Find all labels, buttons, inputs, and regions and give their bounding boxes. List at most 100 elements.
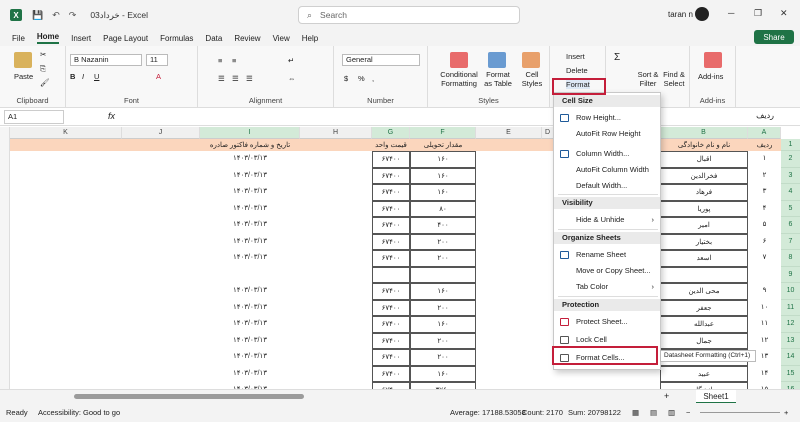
cell-styles-icon[interactable]	[522, 52, 540, 68]
format-table-icon[interactable]	[488, 52, 506, 68]
tab-help[interactable]: Help	[302, 34, 318, 43]
cell-price[interactable]	[372, 266, 410, 283]
italic-icon[interactable]: I	[82, 72, 84, 81]
row-header[interactable]: 6	[781, 217, 800, 234]
row-header[interactable]: 14	[781, 349, 800, 366]
cell-price[interactable]: ۶۷۴۰۰	[372, 382, 410, 389]
cell-qty[interactable]: ۱۶۰	[410, 151, 476, 168]
cell-name[interactable]: فخرالدین	[660, 167, 748, 184]
cell-price[interactable]: ۶۷۴۰۰	[372, 200, 410, 217]
cell-date[interactable]: ۱۴۰۳/۰۳/۱۳	[200, 217, 300, 234]
column-header-A[interactable]: A	[748, 127, 781, 139]
font-color-icon[interactable]: A	[156, 72, 161, 81]
cell-qty[interactable]: ۲۰۰	[410, 349, 476, 366]
cell-qty[interactable]: ۱۶۰	[410, 283, 476, 300]
cell-qty[interactable]: ۱۶۰	[410, 316, 476, 333]
cell-date[interactable]: ۱۴۰۳/۰۳/۱۳	[200, 382, 300, 389]
cell-date[interactable]: ۱۴۰۳/۰۳/۱۳	[200, 300, 300, 317]
cell-price[interactable]: ۶۷۴۰۰	[372, 332, 410, 349]
font-name-field[interactable]: B Nazanin	[70, 54, 142, 66]
cell-name[interactable]: بختیار	[660, 233, 748, 250]
cell-price[interactable]: ۶۷۴۰۰	[372, 217, 410, 234]
column-header-B[interactable]: B	[660, 127, 748, 139]
merge-icon[interactable]: ⇔	[288, 74, 296, 83]
move-copy-item[interactable]: Move or Copy Sheet...	[554, 264, 660, 278]
cell-qty[interactable]	[410, 266, 476, 283]
cell-date[interactable]: ۱۴۰۳/۰۳/۱۳	[200, 333, 300, 350]
cell-name[interactable]: امیر	[660, 217, 748, 234]
cell-qty[interactable]: ۲۰۰	[410, 250, 476, 267]
cell-index[interactable]: ۱۰	[748, 300, 781, 317]
tab-formulas[interactable]: Formulas	[160, 34, 193, 43]
tab-data[interactable]: Data	[205, 34, 222, 43]
addins-button[interactable]: Add-ins	[698, 72, 723, 81]
accessibility-status[interactable]: Accessibility: Good to go	[38, 408, 120, 417]
rename-sheet-item[interactable]: Rename Sheet	[554, 248, 660, 262]
number-format-field[interactable]: General	[342, 54, 420, 66]
format-painter-icon[interactable]: 🖌	[40, 78, 50, 87]
cell-index[interactable]: ۱۲	[748, 333, 781, 350]
tab-review[interactable]: Review	[234, 34, 260, 43]
cell-date[interactable]	[200, 267, 300, 284]
cell-qty[interactable]: ۸۰	[410, 200, 476, 217]
paste-icon[interactable]	[14, 52, 32, 68]
row-header[interactable]: 11	[781, 299, 800, 316]
cut-icon[interactable]: ✂	[40, 50, 46, 59]
avatar[interactable]	[695, 7, 709, 21]
cell-date[interactable]: ۱۴۰۳/۰۳/۱۳	[200, 201, 300, 218]
cell-name[interactable]: عبید	[660, 365, 748, 382]
cell-index[interactable]: ۳	[748, 184, 781, 201]
autofit-row-item[interactable]: AutoFit Row Height	[554, 127, 660, 141]
normal-view-icon[interactable]: ▦	[632, 408, 639, 417]
cell-price[interactable]: ۶۷۴۰۰	[372, 151, 410, 168]
cell-qty[interactable]: ۲۰۰	[410, 233, 476, 250]
row-header[interactable]: 12	[781, 316, 800, 333]
tab-color-item[interactable]: Tab Color ›	[554, 280, 660, 294]
header-name[interactable]: نام و نام خانوادگی	[660, 141, 748, 149]
cell-index[interactable]: ۱	[748, 151, 781, 168]
cell-index[interactable]: ۱۵	[748, 382, 781, 389]
row-header[interactable]: 9	[781, 266, 800, 283]
cell-date[interactable]: ۱۴۰۳/۰۳/۱۳	[200, 366, 300, 383]
cell-date[interactable]: ۱۴۰۳/۰۳/۱۳	[200, 168, 300, 185]
cell-price[interactable]: ۶۷۴۰۰	[372, 184, 410, 201]
align-center-icon[interactable]: ☰	[232, 74, 239, 83]
header-index[interactable]: ردیف	[748, 141, 781, 149]
save-icon[interactable]: 💾	[32, 10, 43, 21]
restore-icon[interactable]: ❐	[754, 8, 762, 19]
cell-date[interactable]: ۱۴۰۳/۰۳/۱۳	[200, 316, 300, 333]
column-header-J[interactable]: J	[122, 127, 200, 139]
cell-price[interactable]: ۶۷۴۰۰	[372, 250, 410, 267]
cell-name[interactable]: عبدالله	[660, 316, 748, 333]
row-header-1[interactable]: 1	[781, 139, 800, 151]
row-header[interactable]: 5	[781, 200, 800, 217]
cell-name[interactable]: فرهاد	[660, 184, 748, 201]
search-box[interactable]: ⌕ Search	[298, 6, 520, 24]
cell-qty[interactable]: ۱۶۰	[410, 365, 476, 382]
cell-index[interactable]	[748, 267, 781, 284]
paste-label[interactable]: Paste	[14, 72, 33, 81]
row-header[interactable]: 4	[781, 184, 800, 201]
addins-icon[interactable]	[704, 52, 722, 68]
column-header-K[interactable]: K	[10, 127, 122, 139]
zoom-in-icon[interactable]: +	[784, 408, 788, 417]
conditional-formatting-icon[interactable]	[450, 52, 468, 68]
cell-index[interactable]: ۱۴	[748, 366, 781, 383]
cell-price[interactable]: ۶۷۴۰۰	[372, 283, 410, 300]
cell-qty[interactable]: ۲۰۰	[410, 299, 476, 316]
cell-date[interactable]: ۱۴۰۳/۰۳/۱۳	[200, 151, 300, 168]
row-header[interactable]: 7	[781, 233, 800, 250]
cell-price[interactable]: ۶۷۴۰۰	[372, 365, 410, 382]
tab-insert[interactable]: Insert	[71, 34, 91, 43]
cell-name[interactable]: جمال	[660, 332, 748, 349]
currency-icon[interactable]: $	[344, 74, 348, 83]
cell-index[interactable]: ۷	[748, 250, 781, 267]
cell-index[interactable]: ۵	[748, 217, 781, 234]
autosum-icon[interactable]: Σ	[614, 52, 620, 63]
bold-icon[interactable]: B	[70, 72, 75, 81]
column-header-F[interactable]: F	[410, 127, 476, 139]
lock-cell-item[interactable]: Lock Cell	[554, 333, 660, 347]
cell-date[interactable]: ۱۴۰۳/۰۳/۱۳	[200, 250, 300, 267]
row-header[interactable]: 10	[781, 283, 800, 300]
row-height-item[interactable]: Row Height...	[554, 111, 660, 125]
